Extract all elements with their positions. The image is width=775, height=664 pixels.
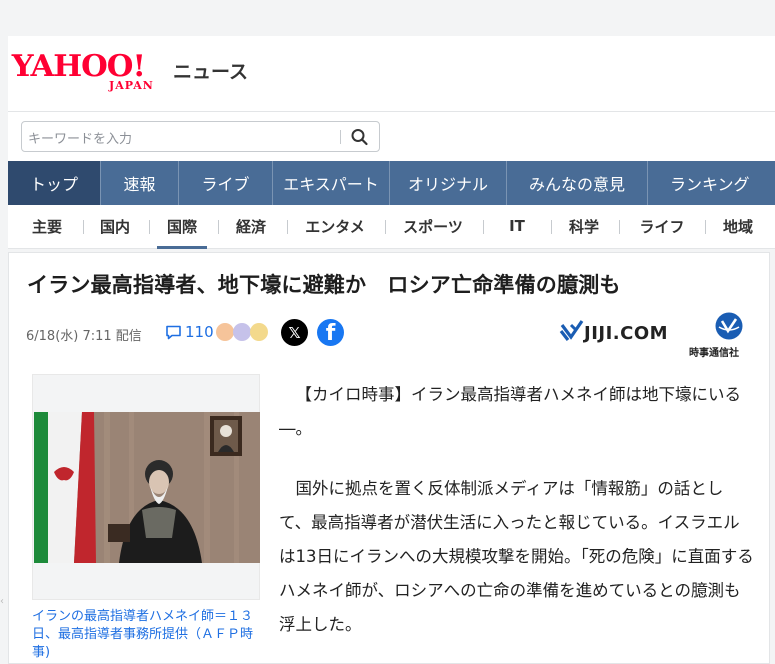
x-share-icon[interactable]: 𝕏 [281, 319, 308, 346]
cat-science[interactable]: 科学 [559, 206, 609, 246]
search-separator [340, 130, 341, 144]
cat-main[interactable]: 主要 [22, 206, 72, 246]
gnav-opinions[interactable]: みんなの意見 [507, 161, 648, 205]
publisher-logo[interactable]: JIJI.COM 時事通信社 [559, 311, 759, 359]
article-photo [34, 412, 260, 563]
gnav-ranking[interactable]: ランキング [648, 161, 775, 205]
article-title: イラン最高指導者、地下壕に避難か ロシア亡命準備の臆測も [27, 273, 621, 297]
global-nav: トップ 速報 ライブ エキスパート オリジナル みんなの意見 ランキング [8, 161, 775, 205]
cat-local[interactable]: 地域 [713, 206, 763, 246]
jiji-emblem-icon [715, 312, 743, 340]
publish-date: 6/18(水) 7:11 配信 [26, 329, 142, 344]
yahoo-japan-logo[interactable]: YAHOO! JAPAN [12, 50, 173, 96]
body-paragraph: 国外に拠点を置く反体制派メディアは「情報筋」の話として、最高指導者が潜伏生活に入… [279, 479, 754, 634]
jiji-mark-icon [559, 320, 584, 341]
gnav-expert[interactable]: エキスパート [273, 161, 390, 205]
face-icon [233, 323, 251, 341]
article-body: 【カイロ時事】イラン最高指導者ハメネイ師は地下壕にいる―。 国外に拠点を置く反体… [279, 378, 754, 664]
cat-life[interactable]: ライフ [627, 206, 697, 246]
cat-economy[interactable]: 経済 [226, 206, 276, 246]
search-box: キーワードを入力 [21, 121, 380, 152]
comment-link[interactable]: 110 [165, 323, 214, 341]
comment-icon [166, 325, 181, 339]
cat-separator [551, 220, 552, 234]
gnav-live[interactable]: ライブ [179, 161, 273, 205]
gnav-top[interactable]: トップ [8, 161, 101, 205]
cat-international[interactable]: 国際 [157, 206, 207, 249]
search-button[interactable] [349, 127, 371, 147]
face-icon [216, 323, 234, 341]
publisher-sub: 時事通信社 [689, 348, 739, 359]
gnav-original[interactable]: オリジナル [390, 161, 507, 205]
logo-sub: JAPAN [109, 79, 154, 92]
cat-entertainment[interactable]: エンタメ [295, 206, 375, 246]
cat-domestic[interactable]: 国内 [90, 206, 140, 246]
facebook-share-icon[interactable]: f [317, 319, 344, 346]
search-input[interactable]: キーワードを入力 [28, 128, 132, 147]
body-paragraph: 【カイロ時事】イラン最高指導者ハメネイ師は地下壕にいる―。 [279, 385, 741, 438]
reaction-faces[interactable] [216, 323, 270, 341]
cat-separator [83, 220, 84, 234]
cat-separator [483, 220, 484, 234]
article: イラン最高指導者、地下壕に避難か ロシア亡命準備の臆測も 6/18(水) 7:1… [8, 252, 770, 664]
cat-sports[interactable]: スポーツ [393, 206, 473, 246]
cat-separator [619, 220, 620, 234]
cat-separator [705, 220, 706, 234]
scroll-arrow-icon[interactable]: ‹ [0, 596, 5, 610]
cat-separator [287, 220, 288, 234]
photo-caption[interactable]: イランの最高指導者ハメネイ師＝１３日、最高指導者事務所提供（ＡＦＰ時事) [32, 608, 260, 662]
top-band [0, 0, 775, 36]
cat-separator [385, 220, 386, 234]
photo-frame[interactable] [32, 374, 260, 600]
gnav-breaking[interactable]: 速報 [101, 161, 179, 205]
comment-count: 110 [185, 323, 214, 341]
service-name[interactable]: ニュース [173, 57, 248, 84]
face-icon [250, 323, 268, 341]
cat-it[interactable]: IT [491, 206, 543, 246]
cat-separator [149, 220, 150, 234]
category-nav: 主要 国内 国際 経済 エンタメ スポーツ IT 科学 ライフ 地域 [8, 206, 775, 249]
publisher-name: JIJI.COM [584, 323, 669, 344]
cat-separator [218, 220, 219, 234]
header-divider [8, 111, 775, 112]
search-icon [351, 129, 368, 146]
